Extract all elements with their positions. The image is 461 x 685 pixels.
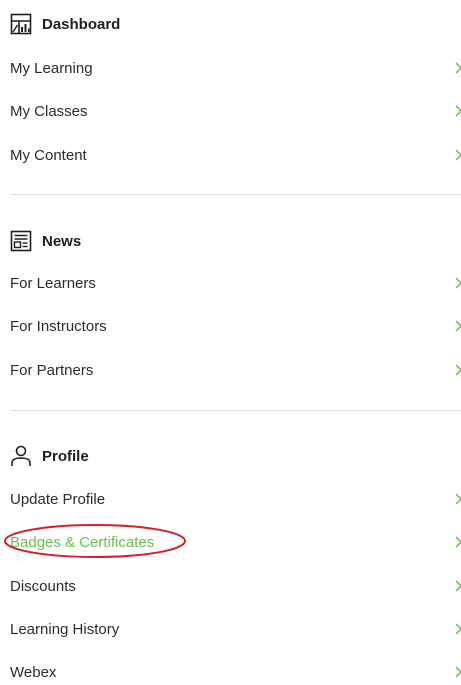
chevron-right-icon	[455, 277, 461, 289]
section-divider	[10, 410, 461, 411]
dashboard-icon	[10, 13, 32, 35]
section-header-profile[interactable]: Profile	[10, 444, 89, 468]
menu-item-label: My Content	[10, 146, 87, 164]
menu-item-for-instructors[interactable]: For Instructors	[0, 313, 461, 339]
chevron-right-icon	[455, 320, 461, 332]
chevron-right-icon	[455, 580, 461, 592]
menu-item-discounts[interactable]: Discounts	[0, 573, 461, 599]
menu-item-label: For Partners	[10, 361, 94, 379]
chevron-right-icon	[455, 493, 461, 505]
menu-item-my-learning[interactable]: My Learning	[0, 55, 461, 81]
menu-item-webex[interactable]: Webex	[0, 659, 461, 685]
chevron-right-icon	[455, 62, 461, 74]
section-title-news: News	[42, 232, 82, 250]
chevron-right-icon	[455, 149, 461, 161]
menu-item-badges-certificates[interactable]: Badges & Certificates	[0, 529, 461, 555]
side-menu: Dashboard My Learning My Classes My Cont…	[0, 0, 461, 681]
section-divider	[10, 194, 461, 195]
profile-icon	[11, 445, 31, 466]
menu-item-label: For Learners	[10, 274, 96, 292]
menu-item-update-profile[interactable]: Update Profile	[0, 486, 461, 512]
chevron-right-icon	[455, 536, 461, 548]
news-icon	[10, 230, 32, 252]
chevron-right-icon	[455, 364, 461, 376]
menu-item-for-learners[interactable]: For Learners	[0, 270, 461, 296]
menu-item-for-partners[interactable]: For Partners	[0, 357, 461, 383]
menu-item-my-content[interactable]: My Content	[0, 142, 461, 168]
menu-item-label: Update Profile	[10, 490, 106, 508]
menu-item-label: My Learning	[10, 59, 93, 77]
section-header-news[interactable]: News	[10, 229, 81, 253]
menu-item-label: Learning History	[10, 620, 120, 638]
chevron-right-icon	[455, 666, 461, 678]
chevron-right-icon	[455, 105, 461, 117]
menu-item-label: Badges & Certificates	[10, 533, 155, 551]
section-title-dashboard: Dashboard	[42, 15, 121, 33]
section-title-profile: Profile	[42, 447, 89, 465]
section-header-dashboard[interactable]: Dashboard	[10, 12, 120, 36]
menu-item-learning-history[interactable]: Learning History	[0, 616, 461, 642]
menu-item-label: Discounts	[10, 577, 76, 595]
menu-item-my-classes[interactable]: My Classes	[0, 98, 461, 124]
chevron-right-icon	[455, 623, 461, 635]
menu-item-label: For Instructors	[10, 317, 107, 335]
menu-item-label: My Classes	[10, 102, 88, 120]
